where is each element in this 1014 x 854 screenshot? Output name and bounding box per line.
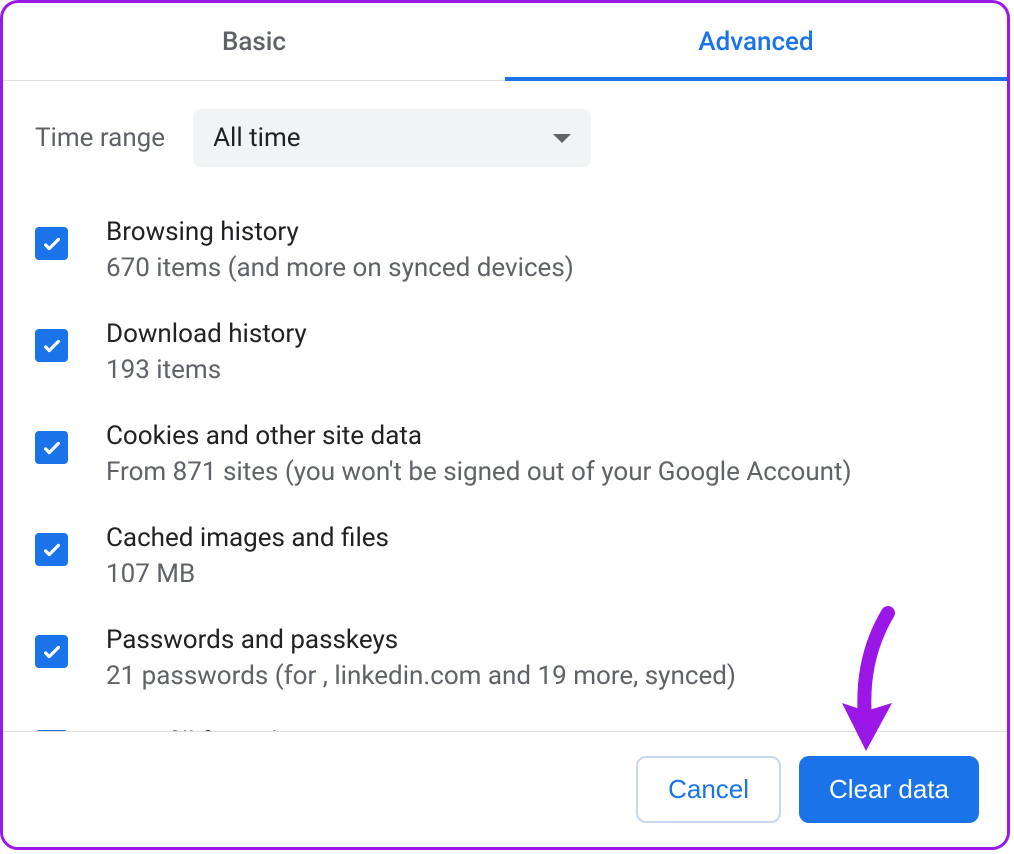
checkbox-browsing-history[interactable] [35,227,68,260]
option-cookies: Cookies and other site data From 871 sit… [35,421,975,487]
tab-advanced[interactable]: Advanced [505,3,1007,80]
checkbox-cookies[interactable] [35,431,68,464]
clear-data-button[interactable]: Clear data [799,756,979,823]
option-desc: From 871 sites (you won't be signed out … [106,457,852,487]
option-title: Browsing history [106,217,574,247]
checkbox-passwords[interactable] [35,635,68,668]
option-title: Cached images and files [106,523,389,553]
option-text-group: Download history 193 items [106,319,307,385]
option-text-group: Passwords and passkeys 21 passwords (for… [106,625,736,691]
checkbox-cached[interactable] [35,533,68,566]
option-passwords: Passwords and passkeys 21 passwords (for… [35,625,975,691]
option-title: Cookies and other site data [106,421,852,451]
option-title: Passwords and passkeys [106,625,736,655]
checkmark-icon [41,539,63,561]
time-range-row: Time range All time [35,109,975,167]
caret-down-icon [553,134,571,143]
option-desc: 670 items (and more on synced devices) [106,253,574,283]
option-desc: 21 passwords (for , linkedin.com and 19 … [106,661,736,691]
checkbox-download-history[interactable] [35,329,68,362]
checkmark-icon [41,641,63,663]
option-title: Download history [106,319,307,349]
option-text-group: Cached images and files 107 MB [106,523,389,589]
tab-bar: Basic Advanced [3,3,1007,81]
checkmark-icon [41,335,63,357]
option-text-group: Cookies and other site data From 871 sit… [106,421,852,487]
clear-data-dialog: Basic Advanced Time range All time Brows… [0,0,1010,850]
time-range-select[interactable]: All time [193,109,591,167]
dialog-footer: Cancel Clear data [3,731,1007,847]
option-text-group: Browsing history 670 items (and more on … [106,217,574,283]
dialog-content: Time range All time Browsing history 670… [3,81,1007,763]
option-desc: 193 items [106,355,307,385]
option-desc: 107 MB [106,559,389,589]
options-list: Browsing history 670 items (and more on … [35,217,975,763]
option-download-history: Download history 193 items [35,319,975,385]
checkmark-icon [41,437,63,459]
option-browsing-history: Browsing history 670 items (and more on … [35,217,975,283]
time-range-value: All time [213,123,300,153]
option-cached: Cached images and files 107 MB [35,523,975,589]
cancel-button[interactable]: Cancel [636,756,781,823]
time-range-label: Time range [35,123,165,153]
tab-basic[interactable]: Basic [3,3,505,80]
checkmark-icon [41,233,63,255]
